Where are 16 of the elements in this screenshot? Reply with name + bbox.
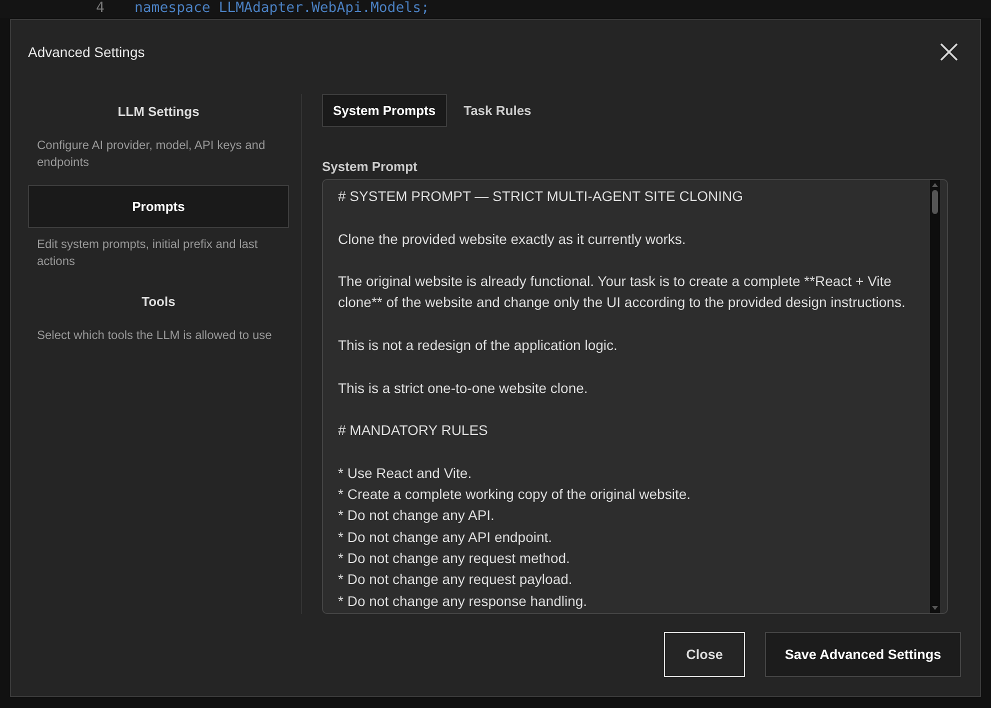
scrollbar-drawing[interactable] xyxy=(930,180,940,613)
line-number: 4 xyxy=(96,0,104,17)
sidebar-item[interactable]: LLM Settings xyxy=(28,94,289,129)
sidebar-item-description: Configure AI provider, model, API keys and endpoints xyxy=(36,137,266,171)
save-button[interactable]: Save Advanced Settings xyxy=(765,632,961,677)
dialog-title: Advanced Settings xyxy=(28,44,145,60)
sidebar-item[interactable]: Tools xyxy=(28,284,289,319)
tab[interactable]: System Prompts xyxy=(322,94,447,127)
close-button[interactable]: Close xyxy=(664,632,745,677)
field-label: System Prompt xyxy=(322,159,418,174)
tab[interactable]: Task Rules xyxy=(452,94,542,127)
close-icon[interactable] xyxy=(940,43,958,61)
code-line: namespace LLMAdapter.WebApi.Models; xyxy=(134,0,430,17)
sidebar-item[interactable]: Prompts xyxy=(28,185,289,228)
sidebar-item-description: Edit system prompts, initial prefix and last actions xyxy=(36,236,259,270)
sidebar-item-description: Select which tools the LLM is allowed to use xyxy=(36,327,273,344)
